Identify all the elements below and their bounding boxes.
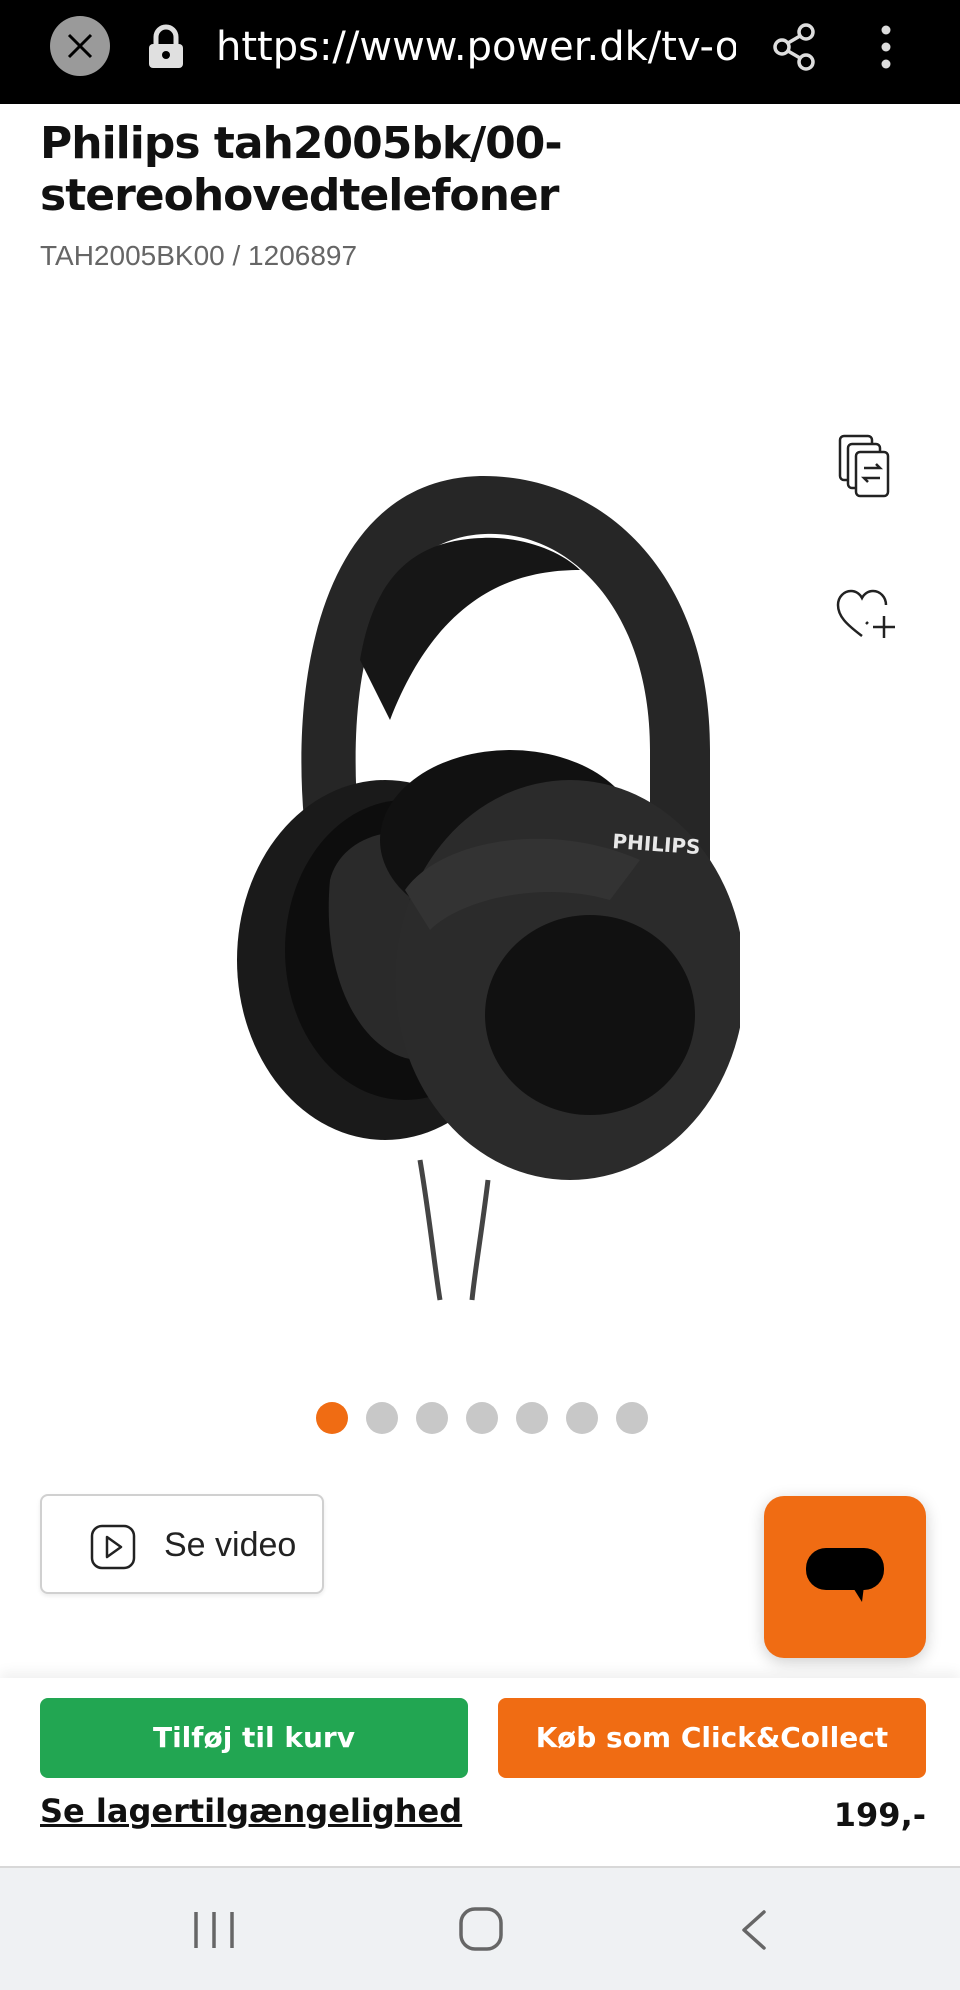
carousel-dot[interactable] <box>516 1402 548 1434</box>
recents-icon[interactable] <box>190 1908 238 1952</box>
add-to-cart-button[interactable]: Tilføj til kurv <box>40 1698 468 1778</box>
carousel-dot[interactable] <box>616 1402 648 1434</box>
product-title: Philips tah2005bk/00-stereohovedtelefone… <box>40 118 563 221</box>
system-navigation-bar <box>0 1866 960 1990</box>
carousel-pagination <box>316 1402 648 1434</box>
share-icon[interactable] <box>772 22 818 72</box>
lock-icon <box>149 24 183 68</box>
more-vertical-icon[interactable] <box>870 22 902 72</box>
product-price: 199,- <box>833 1796 926 1834</box>
play-icon <box>90 1524 136 1570</box>
purchase-panel: Tilføj til kurv Køb som Click&Collect Se… <box>0 1678 960 1866</box>
wishlist-heart-add-icon[interactable] <box>836 588 896 644</box>
carousel-dot[interactable] <box>566 1402 598 1434</box>
compare-icon[interactable] <box>836 434 896 500</box>
stock-availability-link[interactable]: Se lagertilgængelighed <box>40 1792 462 1830</box>
browser-toolbar: https://www.power.dk/tv-og- <box>0 0 960 104</box>
chat-support-button[interactable] <box>764 1496 926 1658</box>
watch-video-button[interactable]: Se video <box>40 1494 324 1594</box>
carousel-dot[interactable] <box>416 1402 448 1434</box>
back-icon[interactable] <box>736 1908 772 1952</box>
video-button-label: Se video <box>164 1526 297 1564</box>
close-icon <box>67 33 93 59</box>
carousel-dot[interactable] <box>466 1402 498 1434</box>
product-sku: TAH2005BK00 / 1206897 <box>40 240 358 271</box>
home-icon[interactable] <box>458 1906 504 1952</box>
headphones-product-image[interactable]: R PHILIPS <box>220 460 740 1320</box>
carousel-dot[interactable] <box>316 1402 348 1434</box>
click-collect-button[interactable]: Køb som Click&Collect <box>498 1698 926 1778</box>
close-tab-button[interactable] <box>50 16 110 76</box>
chat-bubble-icon <box>806 1548 884 1602</box>
address-bar-url[interactable]: https://www.power.dk/tv-og- <box>216 22 736 72</box>
carousel-dot[interactable] <box>366 1402 398 1434</box>
